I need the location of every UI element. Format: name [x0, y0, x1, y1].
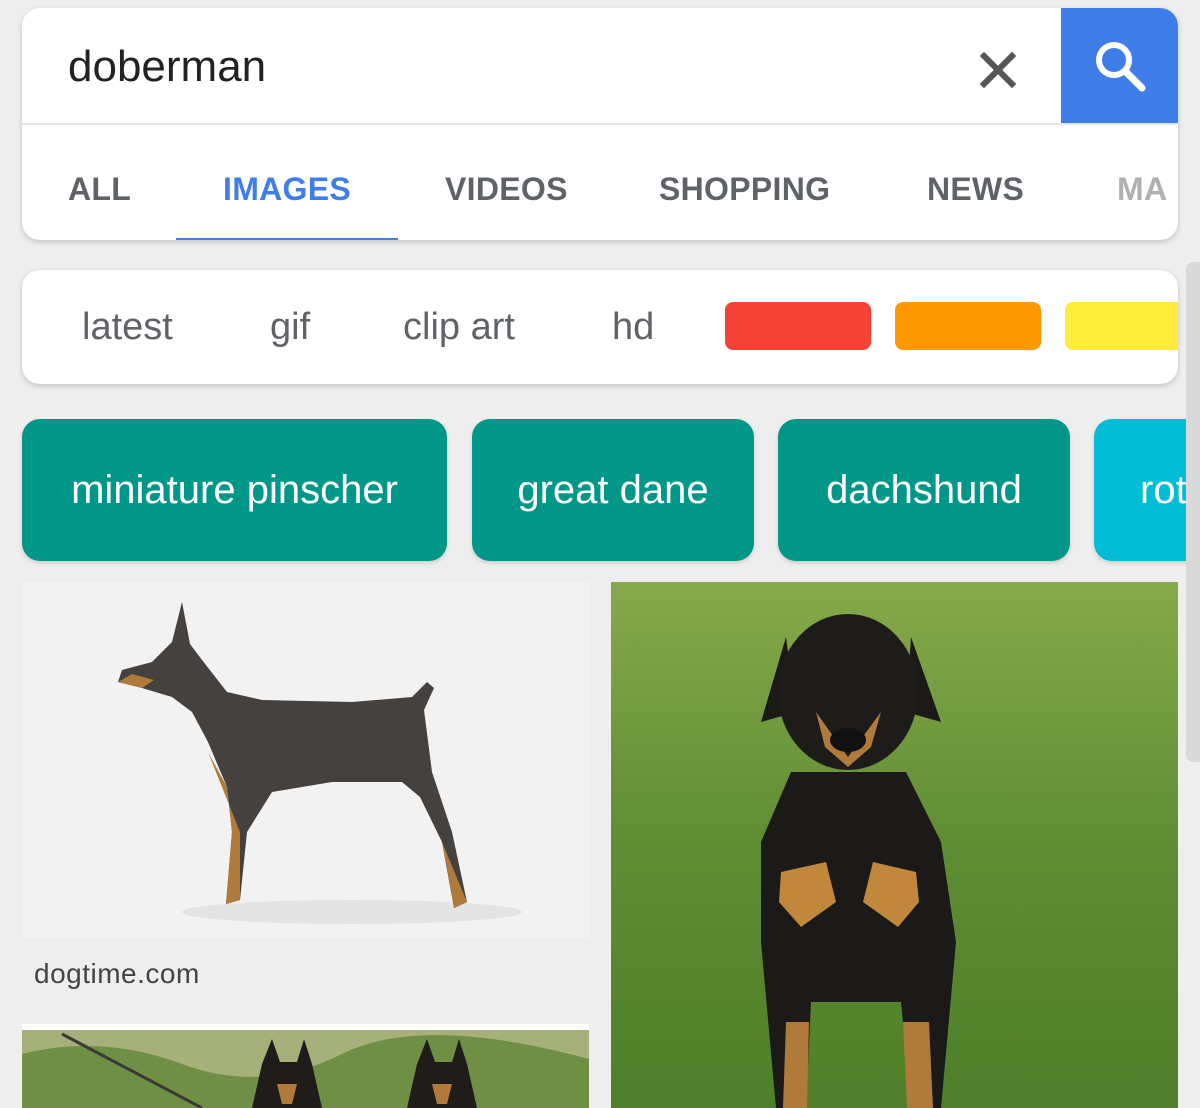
- color-filter-orange[interactable]: [895, 302, 1041, 350]
- related-search-chip[interactable]: dachshund: [778, 419, 1070, 561]
- related-search-label: miniature pinscher: [71, 467, 398, 512]
- tab-more[interactable]: MA: [1117, 171, 1167, 208]
- tab-news[interactable]: NEWS: [927, 171, 1024, 208]
- search-icon: [1095, 41, 1145, 91]
- filter-bar: latest gif clip art hd: [22, 270, 1178, 384]
- search-tabs: ALL IMAGES VIDEOS SHOPPING NEWS MA: [22, 125, 1178, 240]
- tab-videos[interactable]: VIDEOS: [445, 171, 568, 208]
- related-search-chip[interactable]: great dane: [472, 419, 754, 561]
- related-search-label: great dane: [517, 467, 709, 512]
- active-tab-indicator: [176, 238, 398, 240]
- close-icon[interactable]: [974, 46, 1022, 94]
- tab-images[interactable]: IMAGES: [223, 171, 351, 208]
- search-button[interactable]: [1061, 8, 1178, 123]
- related-search-chip[interactable]: miniature pinscher: [22, 419, 447, 561]
- filter-gif[interactable]: gif: [270, 306, 310, 349]
- result-source[interactable]: dogtime.com: [34, 958, 200, 990]
- image-result-thumbnail[interactable]: [22, 582, 589, 938]
- related-search-chip[interactable]: rott: [1094, 419, 1200, 561]
- search-bar-card: ALL IMAGES VIDEOS SHOPPING NEWS MA: [22, 8, 1178, 240]
- tab-shopping[interactable]: SHOPPING: [659, 171, 830, 208]
- search-input[interactable]: [68, 42, 928, 92]
- dog-photo: [611, 582, 1178, 1108]
- scrollbar[interactable]: [1186, 262, 1200, 762]
- image-result-thumbnail[interactable]: [611, 582, 1178, 1108]
- filter-latest[interactable]: latest: [82, 306, 173, 349]
- filter-clip-art[interactable]: clip art: [403, 306, 515, 349]
- filter-hd[interactable]: hd: [612, 306, 654, 349]
- image-result-thumbnail[interactable]: [22, 1024, 589, 1108]
- tab-all[interactable]: ALL: [68, 171, 131, 208]
- color-filter-red[interactable]: [725, 302, 871, 350]
- dog-photo: [118, 602, 522, 924]
- related-search-label: dachshund: [826, 467, 1022, 512]
- color-filter-yellow[interactable]: [1065, 302, 1178, 350]
- dog-photo: [22, 1024, 589, 1108]
